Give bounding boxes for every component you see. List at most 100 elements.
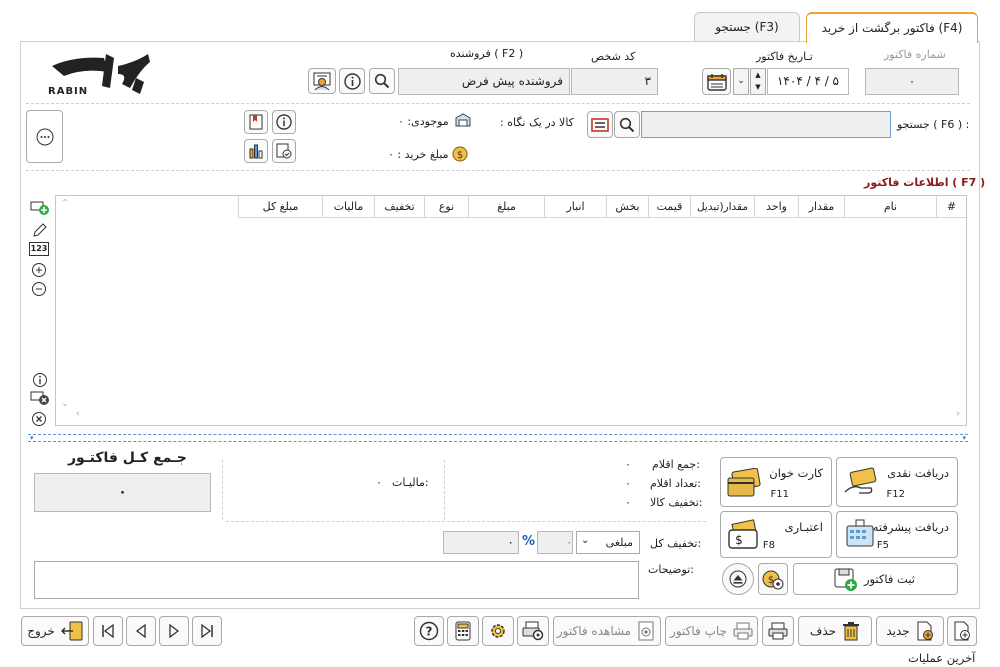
next-record-button[interactable] [159, 616, 189, 646]
info-button[interactable] [272, 110, 296, 134]
more-options-button[interactable] [26, 110, 63, 163]
date-spinner[interactable]: ▲ ▼ [750, 68, 766, 95]
col-warehouse: انبار [544, 196, 606, 218]
clear-icon[interactable] [31, 411, 47, 427]
numeric-icon[interactable]: 123 [29, 242, 49, 256]
zoom-out-icon[interactable] [31, 281, 47, 297]
search-input[interactable] [641, 111, 891, 138]
new-invoice-button[interactable]: جدید [876, 616, 944, 646]
settings-button[interactable] [482, 616, 514, 646]
eject-button[interactable] [722, 563, 754, 595]
items-count-label: تعداد اقلام: [650, 477, 702, 490]
print-invoice-button[interactable]: چاپ فاکتور [665, 616, 758, 646]
seller-label: فروشنده ( F2 ) [450, 47, 524, 60]
col-unit: واحد [754, 196, 798, 218]
summary-bottom-divider [226, 521, 706, 522]
chart-button[interactable] [244, 139, 268, 163]
chevron-down-icon: ⌄ [581, 535, 590, 546]
view-invoice-button[interactable]: مشاهده فاکتور [553, 616, 661, 646]
col-discount: تخفیف [374, 196, 424, 218]
printer-icon [733, 622, 753, 640]
vertical-scrollbar[interactable]: ⌃ ⌄ [58, 198, 72, 408]
seller-info-button[interactable] [339, 68, 365, 94]
edit-icon[interactable] [32, 222, 48, 238]
tab-search[interactable]: جستجو (F3) [694, 12, 800, 42]
cash-receive-label: دریافت نقدی [887, 466, 949, 480]
previous-record-button[interactable] [126, 616, 156, 646]
exit-label: خروج [27, 624, 55, 638]
list-icon [591, 117, 609, 132]
exit-icon [60, 621, 83, 641]
discount-type-select[interactable]: مبلغی ⌄ [576, 531, 640, 554]
credit-key: F8 [762, 540, 775, 551]
add-document-icon [954, 621, 970, 641]
help-button[interactable]: ? [414, 616, 444, 646]
calendar-button[interactable] [702, 68, 731, 95]
collapse-bar[interactable]: ▾ ▾ [28, 434, 968, 442]
person-code-label: کد شخص [591, 50, 636, 63]
zoom-in-icon[interactable] [31, 262, 47, 278]
seller-search-button[interactable] [369, 68, 395, 94]
invoice-date-label: تـاریخ فاکتور [756, 50, 813, 63]
search-list-button[interactable] [587, 111, 613, 138]
exit-button[interactable]: خروج [21, 616, 89, 646]
invoice-items-grid[interactable]: # نام مقدار واحد مقدار(تبدیل قیمت بخش ان… [55, 195, 967, 426]
print-settings-button[interactable] [517, 616, 549, 646]
notes-textarea[interactable] [34, 561, 639, 599]
discount-percent-field[interactable]: ۰ [537, 531, 573, 554]
search-button[interactable] [614, 111, 640, 138]
delete-button[interactable]: حذف [798, 616, 872, 646]
gear-icon [491, 624, 505, 638]
advanced-receive-button[interactable]: دریافت پیشرفته F5 [836, 511, 958, 558]
coin-icon: $ [452, 146, 468, 162]
calculator-button[interactable] [447, 616, 479, 646]
credit-label: اعتبـاری [784, 520, 823, 534]
horizontal-scrollbar[interactable]: ‹ › [72, 409, 964, 423]
col-price: قیمت [648, 196, 690, 218]
eject-icon [729, 570, 747, 588]
seller-profile-button[interactable] [308, 68, 336, 94]
save-invoice-label: ثبت فاکتور [863, 572, 915, 586]
date-dropdown[interactable]: ⌄ [733, 68, 749, 95]
rabin-logo: RABIN [44, 48, 156, 104]
summary-separator [444, 460, 445, 520]
save-icon [834, 568, 857, 591]
goods-discount-value: ۰ [625, 496, 631, 509]
new-item-button[interactable] [947, 616, 977, 646]
svg-text:$: $ [735, 533, 743, 547]
total-items-label: جمع اقلام: [652, 458, 700, 471]
card-reader-button[interactable]: کارت خوان F11 [720, 457, 832, 507]
seller-field[interactable]: فروشنده پیش فرض [398, 68, 570, 95]
search-divider [26, 170, 970, 171]
credit-button[interactable]: اعتبـاری F8 $ [720, 511, 832, 558]
invoice-number-field[interactable]: ۰ [865, 68, 959, 95]
stock-label: موجودی: ۰ [398, 115, 449, 128]
invoice-date-field[interactable]: ۱۴۰۴ / ۴ / ۵ [767, 68, 849, 95]
row-info-icon[interactable] [32, 372, 48, 388]
bookmark-button[interactable] [244, 110, 268, 134]
info-icon [343, 72, 361, 90]
first-record-button[interactable] [93, 616, 123, 646]
new-document-icon [917, 621, 933, 641]
tab-purchase-return[interactable]: فاکتور برگشت از خرید (F4) [806, 12, 978, 43]
search-icon [374, 73, 390, 89]
new-label: جدید [886, 624, 910, 638]
search-label: جستجو ( F6 ) : [897, 118, 970, 131]
person-code-field[interactable]: ۳ [571, 68, 658, 95]
svg-text:$: $ [457, 150, 463, 161]
view-eye-button[interactable]: $ [758, 563, 788, 595]
add-row-icon[interactable] [30, 200, 50, 216]
checklist-button[interactable] [272, 139, 296, 163]
col-converted-quantity: مقدار(تبدیل [690, 196, 754, 218]
col-index: # [936, 196, 966, 218]
warehouse-icon [455, 113, 471, 127]
remove-row-icon[interactable] [30, 390, 50, 406]
bar-chart-icon [249, 144, 263, 159]
more-icon [36, 128, 53, 145]
discount-amount-field[interactable]: ۰ [443, 531, 519, 554]
last-record-button[interactable] [192, 616, 222, 646]
print-button[interactable] [762, 616, 794, 646]
save-invoice-button[interactable]: ثبت فاکتور [793, 563, 958, 595]
view-document-icon [638, 621, 654, 641]
cash-receive-button[interactable]: دریافت نقدی F12 [836, 457, 958, 507]
